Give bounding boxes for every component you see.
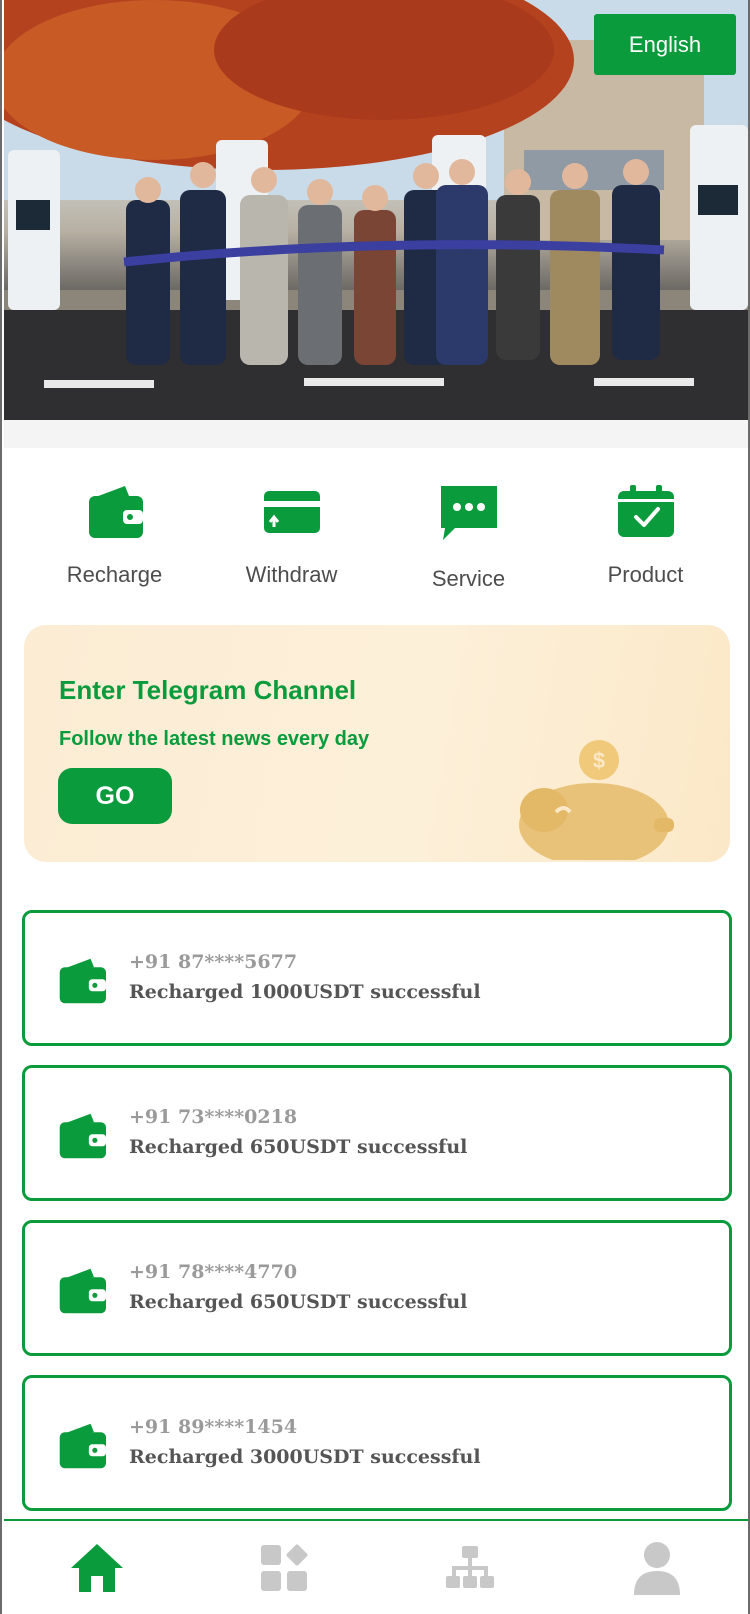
nav-profile[interactable] <box>564 1521 749 1614</box>
telegram-banner: Enter Telegram Channel Follow the latest… <box>24 625 730 862</box>
product-label: Product <box>607 562 684 587</box>
banner-subtitle: Follow the latest news every day <box>59 728 370 750</box>
record-message: Recharged 1000USDT successful <box>129 981 481 1003</box>
record-phone: +91 73****0218 <box>129 1106 298 1128</box>
wallet-icon <box>59 958 106 1004</box>
wallet-icon <box>83 480 147 544</box>
list-item: +91 87****5677 Recharged 1000USDT succes… <box>22 910 732 1046</box>
home-icon <box>71 1543 124 1592</box>
go-button[interactable]: GO <box>58 768 172 824</box>
product-action[interactable]: Product <box>557 480 734 605</box>
list-item: +91 89****1454 Recharged 3000USDT succes… <box>22 1375 732 1511</box>
team-structure-icon <box>446 1545 495 1588</box>
chat-bubble-icon <box>437 480 501 544</box>
record-phone: +91 89****1454 <box>129 1416 298 1438</box>
language-button[interactable]: English <box>594 14 736 75</box>
apps-icon <box>260 1544 308 1591</box>
wallet-icon <box>59 1113 106 1159</box>
recharge-label: Recharge <box>66 562 163 587</box>
svg-text:$: $ <box>593 748 605 773</box>
list-item: +91 78****4770 Recharged 650USDT success… <box>22 1220 732 1356</box>
card-upload-icon <box>260 480 324 544</box>
hero-banner-image: English <box>4 0 748 420</box>
banner-title: Enter Telegram Channel <box>59 675 357 705</box>
record-phone: +91 87****5677 <box>129 951 298 973</box>
piggy-bank-icon: $ <box>519 740 674 860</box>
hero-divider <box>4 420 748 448</box>
withdraw-label: Withdraw <box>245 562 338 587</box>
nav-apps[interactable] <box>191 1521 378 1614</box>
wallet-icon <box>59 1268 106 1314</box>
nav-home[interactable] <box>4 1521 191 1614</box>
wallet-icon <box>59 1423 106 1469</box>
user-icon <box>633 1541 680 1595</box>
calendar-check-icon <box>614 480 678 544</box>
record-phone: +91 78****4770 <box>129 1261 298 1283</box>
service-label: Service <box>431 566 506 591</box>
list-item: +91 73****0218 Recharged 650USDT success… <box>22 1065 732 1201</box>
bottom-nav <box>4 1519 749 1614</box>
service-action[interactable]: Service <box>380 480 557 605</box>
recharge-action[interactable]: Recharge <box>26 480 203 605</box>
app-frame: English Recharge Withdraw Service Produc… <box>0 0 750 1614</box>
record-message: Recharged 3000USDT successful <box>129 1446 481 1468</box>
quick-actions: Recharge Withdraw Service Product <box>4 480 748 605</box>
record-message: Recharged 650USDT successful <box>129 1136 468 1158</box>
nav-team[interactable] <box>377 1521 564 1614</box>
withdraw-action[interactable]: Withdraw <box>203 480 380 605</box>
record-message: Recharged 650USDT successful <box>129 1291 468 1313</box>
recharge-records: +91 87****5677 Recharged 1000USDT succes… <box>22 910 732 1530</box>
